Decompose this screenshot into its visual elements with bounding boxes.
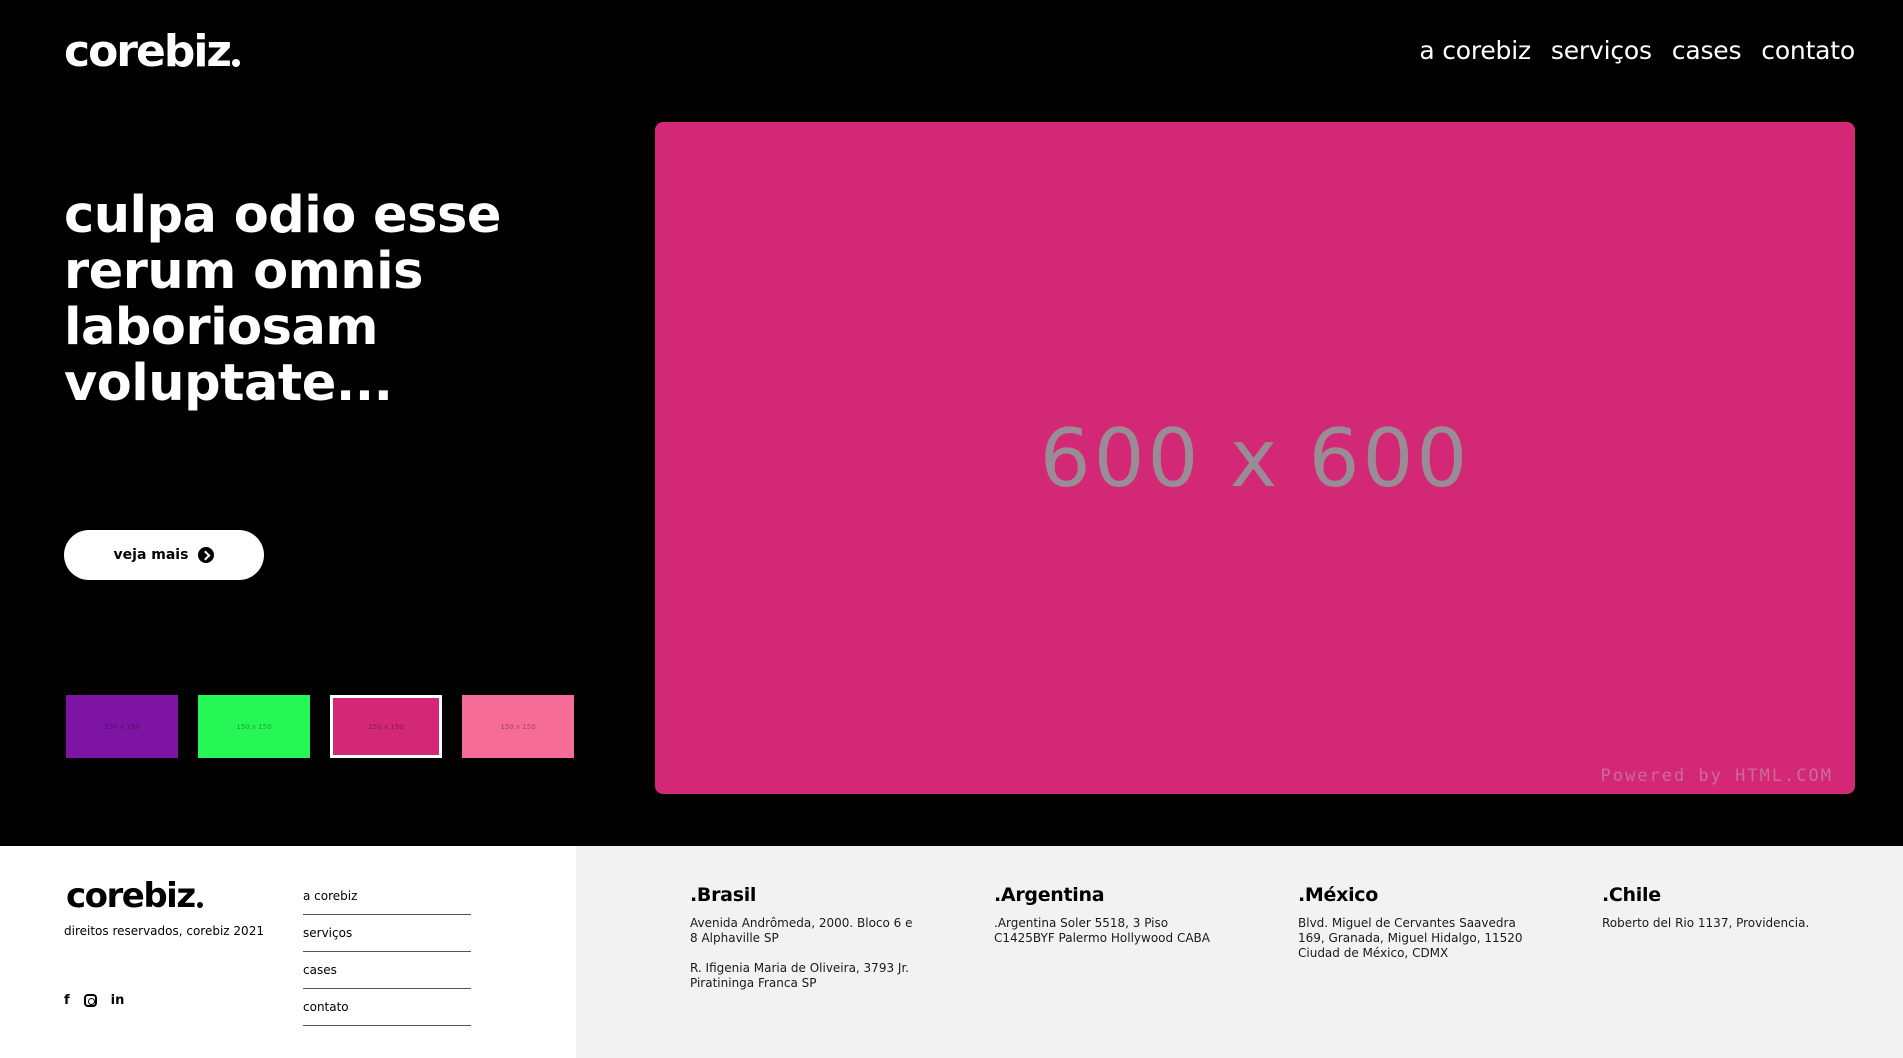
office-address: Blvd. Miguel de Cervantes Saavedra 169, … — [1298, 916, 1523, 960]
nav-item-servicos[interactable]: serviços — [1551, 36, 1652, 65]
office-country: .Brasil — [690, 884, 757, 906]
facebook-icon[interactable]: f — [64, 993, 70, 1008]
thumbnail-strip: 150 x 150 150 x 150 150 x 150 150 x 150 — [66, 695, 574, 758]
veja-mais-button[interactable]: veja mais — [64, 530, 264, 580]
logo-dot — [232, 59, 241, 67]
thumbnail-1[interactable]: 150 x 150 — [66, 695, 178, 758]
main-nav: a corebiz serviços cases contato — [1419, 36, 1855, 65]
placeholder-size-label: 600 x 600 — [1039, 411, 1471, 505]
instagram-icon[interactable] — [83, 994, 97, 1007]
headline-line-1: culpa odio esse — [64, 186, 501, 245]
office-country: .México — [1298, 884, 1378, 906]
footer-link-servicos[interactable]: serviços — [303, 915, 471, 952]
footer-offices-panel: .Brasil Avenida Andrômeda, 2000. Bloco 6… — [576, 846, 1903, 1058]
footer-logo-text: corebiz — [66, 876, 196, 916]
linkedin-icon[interactable]: in — [111, 993, 125, 1008]
office-chile: .Chile Roberto del Rio 1137, Providencia… — [1602, 884, 1832, 946]
thumbnail-3[interactable]: 150 x 150 — [330, 695, 442, 758]
headline-line-3: laboriosam — [64, 298, 379, 357]
thumbnail-label: 150 x 150 — [104, 722, 140, 731]
office-country: .Argentina — [994, 884, 1105, 906]
footer-left-panel: corebiz direitos reservados, corebiz 202… — [0, 846, 576, 1058]
footer-nav: a corebiz serviços cases contato — [303, 878, 471, 1026]
headline-line-2: rerum omnis — [64, 242, 423, 301]
footer-link-a-corebiz[interactable]: a corebiz — [303, 878, 471, 915]
footer-corebiz-logo[interactable]: corebiz — [66, 876, 203, 916]
corebiz-logo[interactable]: corebiz — [64, 26, 241, 77]
site-footer: corebiz direitos reservados, corebiz 202… — [0, 846, 1903, 1058]
logo-text: corebiz — [64, 26, 232, 77]
copyright-text: direitos reservados, corebiz 2021 — [64, 924, 264, 938]
nav-item-cases[interactable]: cases — [1672, 36, 1742, 65]
headline-line-4: voluptate... — [64, 354, 393, 413]
thumbnail-label: 150 x 150 — [500, 722, 536, 731]
social-links: f in — [64, 993, 124, 1008]
office-address: Avenida Andrômeda, 2000. Bloco 6 e 8 Alp… — [690, 916, 913, 945]
nav-item-contato[interactable]: contato — [1761, 36, 1855, 65]
hero-headline: culpa odio esse rerum omnis laboriosam v… — [64, 188, 584, 412]
office-address: .Argentina Soler 5518, 3 Piso C1425BYF P… — [994, 916, 1210, 945]
logo-dot — [196, 902, 203, 908]
thumbnail-4[interactable]: 150 x 150 — [462, 695, 574, 758]
veja-mais-label: veja mais — [113, 547, 189, 563]
watermark-text: Powered by HTML.COM — [1600, 766, 1833, 786]
thumbnail-label: 150 x 150 — [236, 722, 272, 731]
nav-item-a-corebiz[interactable]: a corebiz — [1419, 36, 1531, 65]
main-image-placeholder: 600 x 600 Powered by HTML.COM — [655, 122, 1855, 794]
office-address: Roberto del Rio 1137, Providencia. — [1602, 916, 1810, 930]
arrow-circle-right-icon — [198, 547, 215, 563]
footer-link-contato[interactable]: contato — [303, 989, 471, 1026]
office-address: R. Ifigenia Maria de Oliveira, 3793 Jr. … — [690, 961, 910, 990]
footer-link-cases[interactable]: cases — [303, 952, 471, 989]
hero-section: corebiz a corebiz serviços cases contato… — [0, 0, 1903, 846]
office-argentina: .Argentina .Argentina Soler 5518, 3 Piso… — [994, 884, 1224, 961]
office-brasil: .Brasil Avenida Andrômeda, 2000. Bloco 6… — [690, 884, 920, 1006]
thumbnail-2[interactable]: 150 x 150 — [198, 695, 310, 758]
office-country: .Chile — [1602, 884, 1661, 906]
office-mexico: .México Blvd. Miguel de Cervantes Saaved… — [1298, 884, 1528, 976]
thumbnail-label: 150 x 150 — [368, 722, 404, 731]
